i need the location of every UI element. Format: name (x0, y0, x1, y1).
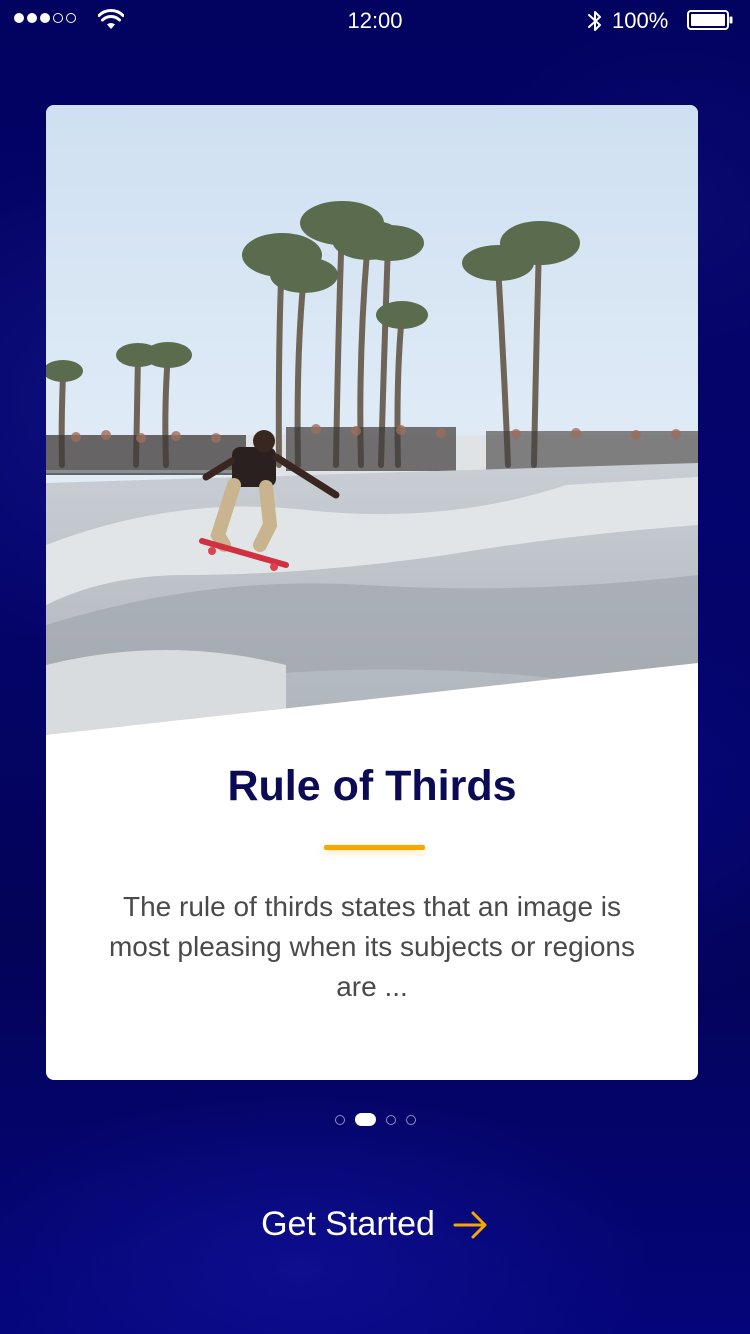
page-indicator (0, 1113, 750, 1126)
page-dot[interactable] (405, 1114, 416, 1125)
get-started-label: Get Started (261, 1205, 435, 1243)
get-started-button[interactable]: Get Started (0, 1205, 750, 1244)
page-dot[interactable] (385, 1114, 396, 1125)
page-dot[interactable] (334, 1114, 345, 1125)
card-title: Rule of Thirds (227, 762, 517, 810)
bluetooth-icon (588, 11, 601, 31)
page-dot-active[interactable] (354, 1113, 376, 1126)
battery-percent: 100% (612, 8, 669, 33)
title-underline (324, 845, 425, 850)
card-description: The rule of thirds states that an image … (108, 891, 636, 1002)
skatepark-photo (46, 105, 698, 735)
battery-icon (687, 10, 733, 30)
arrow-right-icon (453, 1211, 487, 1238)
status-bar: 12:00 100% (0, 0, 750, 42)
onboarding-card: Rule of Thirds The rule of thirds states… (46, 105, 698, 1080)
